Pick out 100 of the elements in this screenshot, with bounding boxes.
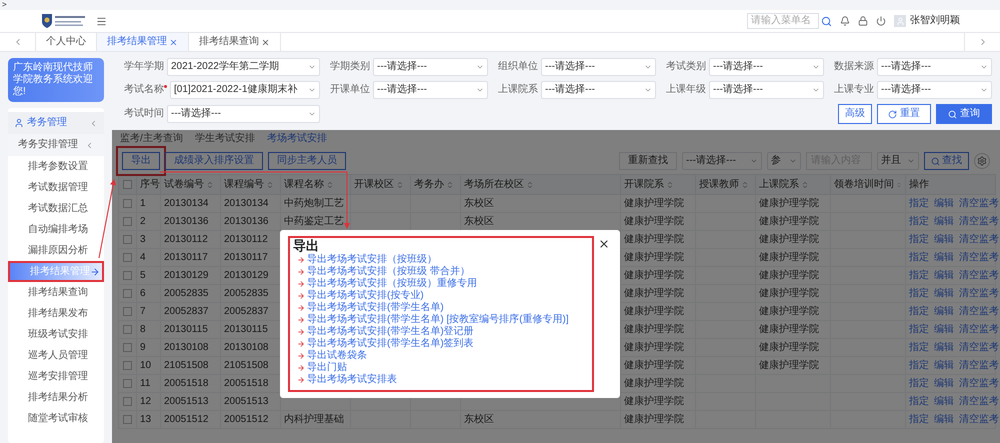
- export-link[interactable]: 导出考场考试安排(带学生名单): [307, 302, 444, 314]
- sort-icon[interactable]: [206, 180, 214, 188]
- reset-search-button[interactable]: 重新查找: [619, 152, 677, 170]
- row-checkbox[interactable]: [123, 361, 132, 370]
- sub-tab[interactable]: 学生考试安排: [194, 133, 255, 145]
- action-link[interactable]: 指定: [909, 378, 929, 390]
- sort-icon[interactable]: [666, 180, 674, 188]
- toolbar-button[interactable]: 同步主考人员: [268, 152, 346, 170]
- export-link[interactable]: 导出考场考试安排（按班级 带合并）: [307, 266, 470, 278]
- action-link[interactable]: 指定: [909, 324, 929, 336]
- select-field[interactable]: ---请选择---: [541, 81, 656, 99]
- tab[interactable]: 排考结果查询: [189, 33, 281, 51]
- tab[interactable]: 排考结果管理: [97, 33, 189, 51]
- sort-icon[interactable]: [266, 180, 274, 188]
- sidebar-subgroup[interactable]: 考务安排管理: [8, 134, 104, 156]
- export-link[interactable]: 导出考场考试安排(带学生名单) [按教室编号排序(重修专用)]: [307, 314, 569, 326]
- row-checkbox[interactable]: [123, 199, 132, 208]
- select-field[interactable]: [01]2021-2022-1健康期末补: [170, 81, 320, 99]
- select-field[interactable]: ---请选择---: [709, 58, 824, 76]
- sub-tab[interactable]: 监考/主考查询: [120, 133, 183, 145]
- export-link[interactable]: 导出考场考试安排(带学生名单)登记册: [307, 326, 474, 338]
- export-link[interactable]: 导出考场考试安排(带学生名单)签到表: [307, 338, 474, 350]
- action-link[interactable]: 清空监考: [959, 342, 999, 354]
- export-link[interactable]: 导出试卷袋条: [307, 350, 367, 362]
- settings-icon[interactable]: [974, 153, 990, 169]
- menu-search-field[interactable]: 请输入菜单名: [747, 13, 819, 29]
- action-link[interactable]: 指定: [909, 288, 929, 300]
- action-link[interactable]: 指定: [909, 396, 929, 408]
- sidebar-item[interactable]: 自动编排考场: [8, 219, 104, 240]
- row-checkbox[interactable]: [123, 271, 132, 280]
- sort-icon[interactable]: [526, 180, 534, 188]
- chevron-icon[interactable]: [85, 140, 94, 150]
- sort-icon[interactable]: [446, 180, 454, 188]
- action-link[interactable]: 清空监考: [959, 306, 999, 318]
- action-link[interactable]: 清空监考: [959, 414, 999, 426]
- row-checkbox[interactable]: [123, 289, 132, 298]
- row-checkbox[interactable]: [123, 307, 132, 316]
- sort-icon[interactable]: [326, 180, 334, 188]
- export-link[interactable]: 导出考场考试安排（按班级）: [307, 254, 437, 266]
- action-link[interactable]: 编辑: [934, 396, 954, 408]
- select-field[interactable]: 2021-2022学年第二学期: [167, 58, 320, 76]
- action-link[interactable]: 清空监考: [959, 198, 999, 210]
- row-checkbox[interactable]: [123, 253, 132, 262]
- row-checkbox[interactable]: [123, 343, 132, 352]
- action-link[interactable]: 编辑: [934, 306, 954, 318]
- sidebar-group[interactable]: 考务管理: [8, 112, 104, 134]
- sidebar-item[interactable]: 班级考试安排: [8, 324, 104, 345]
- action-link[interactable]: 清空监考: [959, 288, 999, 300]
- action-link[interactable]: 编辑: [934, 252, 954, 264]
- menu-icon[interactable]: [96, 16, 107, 26]
- lock-icon[interactable]: [858, 16, 868, 26]
- action-link[interactable]: 清空监考: [959, 252, 999, 264]
- user-name[interactable]: 张智刘明颖: [910, 15, 960, 27]
- action-link[interactable]: 编辑: [934, 360, 954, 372]
- action-link[interactable]: 清空监考: [959, 216, 999, 228]
- action-link[interactable]: 指定: [909, 252, 929, 264]
- sidebar-item[interactable]: 排考结果分析: [8, 387, 104, 408]
- sidebar-item[interactable]: 巡考安排管理: [8, 366, 104, 387]
- row-checkbox[interactable]: [123, 235, 132, 244]
- row-checkbox[interactable]: [123, 379, 132, 388]
- query-button[interactable]: 查询: [936, 104, 992, 124]
- select-field[interactable]: 参: [767, 152, 801, 170]
- export-link[interactable]: 导出考场考试安排表: [307, 374, 397, 386]
- select-field[interactable]: ---请选择---: [709, 81, 824, 99]
- action-link[interactable]: 编辑: [934, 270, 954, 282]
- sort-icon[interactable]: [801, 180, 809, 188]
- select-field[interactable]: ---请选择---: [541, 58, 656, 76]
- sidebar-item[interactable]: 考试数据汇总: [8, 198, 104, 219]
- export-link[interactable]: 导出门贴: [307, 362, 347, 374]
- row-checkbox[interactable]: [123, 217, 132, 226]
- select-field[interactable]: ---请选择---: [373, 58, 488, 76]
- close-icon[interactable]: [598, 238, 610, 250]
- action-link[interactable]: 编辑: [934, 234, 954, 246]
- power-icon[interactable]: [876, 16, 886, 26]
- select-all-checkbox[interactable]: [123, 180, 132, 189]
- action-link[interactable]: 编辑: [934, 288, 954, 300]
- close-icon[interactable]: [261, 38, 270, 46]
- action-link[interactable]: 清空监考: [959, 378, 999, 390]
- action-link[interactable]: 清空监考: [959, 270, 999, 282]
- action-link[interactable]: 清空监考: [959, 324, 999, 336]
- export-link[interactable]: 导出考场考试安排(按专业): [307, 290, 424, 302]
- avatar[interactable]: [894, 15, 906, 27]
- chevron-icon[interactable]: [89, 118, 98, 128]
- action-link[interactable]: 编辑: [934, 414, 954, 426]
- bell-icon[interactable]: [840, 16, 850, 26]
- find-button[interactable]: 查找: [924, 152, 969, 170]
- sidebar-item[interactable]: 排考结果查询: [8, 282, 104, 303]
- action-link[interactable]: 清空监考: [959, 234, 999, 246]
- select-field[interactable]: ---请选择---: [682, 152, 762, 170]
- toolbar-button[interactable]: 成绩录入排序设置: [165, 152, 263, 170]
- action-link[interactable]: 编辑: [934, 342, 954, 354]
- action-link[interactable]: 清空监考: [959, 360, 999, 372]
- sidebar-item[interactable]: 排考参数设置: [8, 156, 104, 177]
- select-field[interactable]: ---请选择---: [373, 81, 488, 99]
- action-link[interactable]: 清空监考: [959, 396, 999, 408]
- select-field[interactable]: 并且: [877, 152, 919, 170]
- sidebar-item[interactable]: 排考结果发布: [8, 303, 104, 324]
- sub-tab[interactable]: 考场考试安排: [266, 133, 327, 145]
- sort-icon[interactable]: [396, 180, 404, 188]
- action-link[interactable]: 指定: [909, 360, 929, 372]
